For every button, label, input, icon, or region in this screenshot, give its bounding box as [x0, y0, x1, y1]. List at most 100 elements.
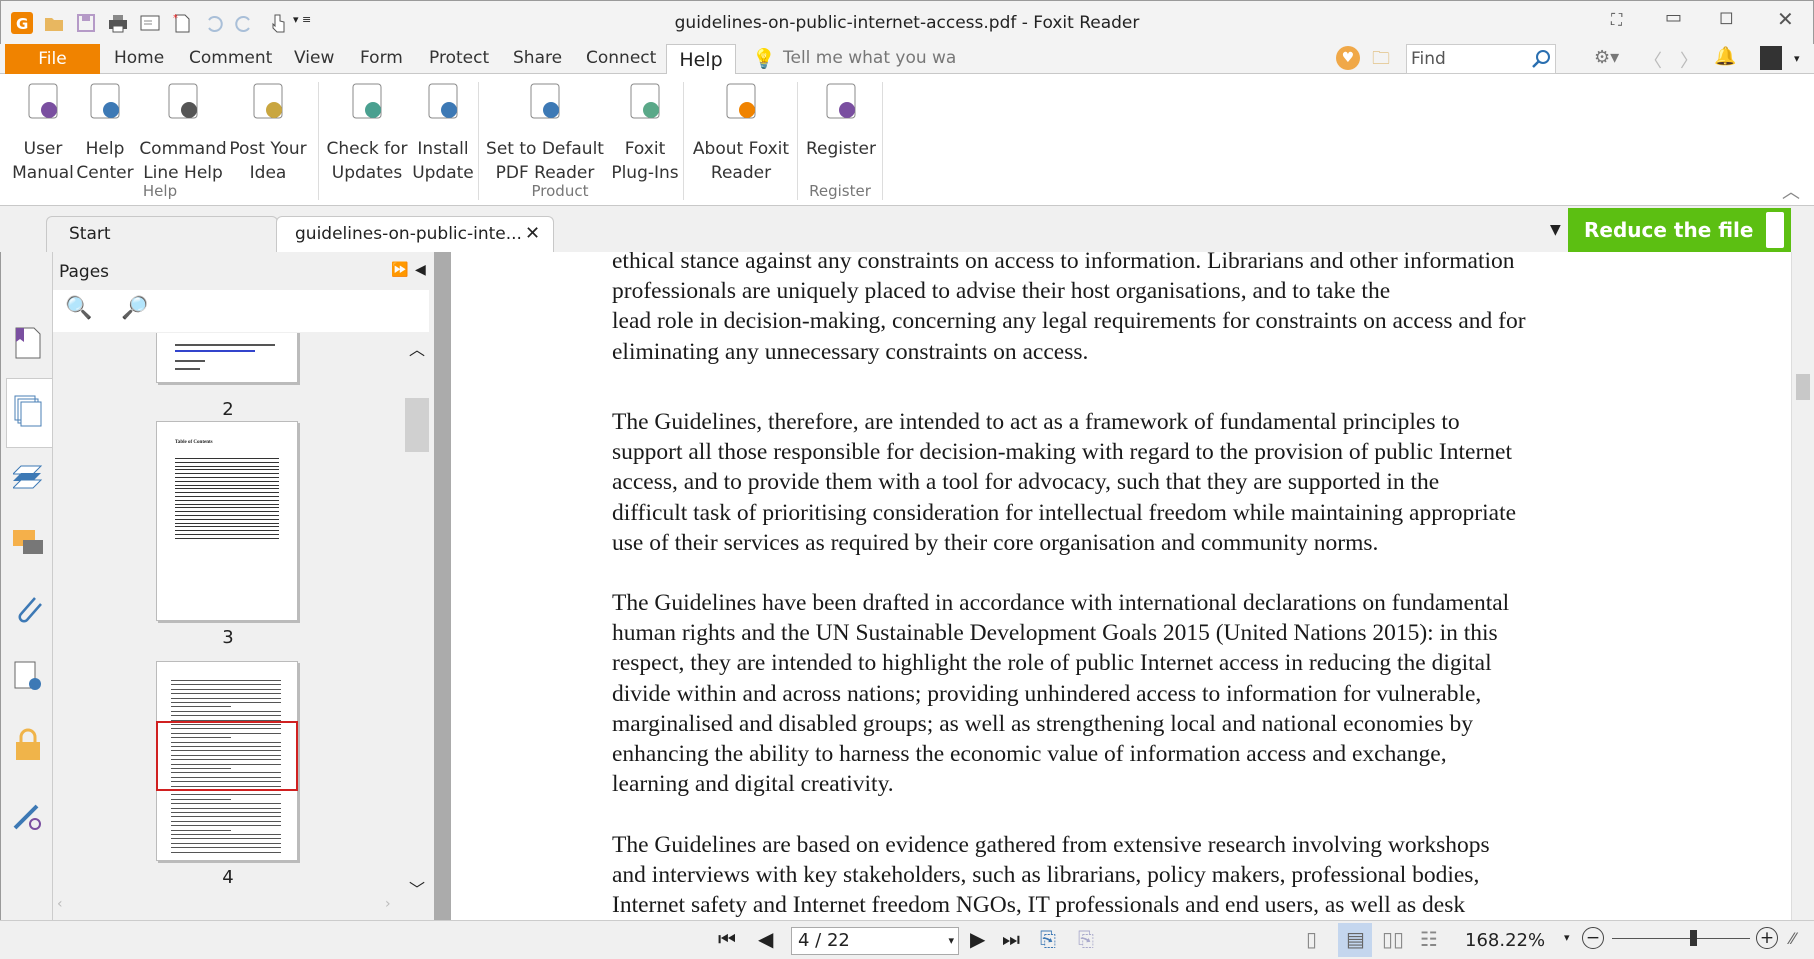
continuous-page-button[interactable]: ▤ — [1338, 923, 1372, 957]
ribbon-button-help[interactable]: Help Center — [76, 80, 134, 185]
ribbon-label-line2: Update — [412, 163, 474, 183]
enlarge-thumbnail-icon[interactable]: 🔍 — [65, 296, 92, 321]
pdf-gear-icon — [530, 83, 560, 119]
tab-start-label: Start — [69, 224, 111, 244]
folder-search-icon[interactable]: 🗀 — [1372, 46, 1390, 76]
last-page-icon[interactable]: ⏭ — [1002, 927, 1020, 951]
first-page-icon[interactable]: ⏮ — [718, 927, 736, 951]
tab-home[interactable]: Home — [114, 48, 164, 68]
page-thumbnail-3[interactable]: Table of Contents — [156, 421, 298, 621]
scroll-thumb[interactable] — [405, 398, 429, 452]
facing-icon[interactable]: ▯▯ — [1382, 927, 1404, 951]
thumb-text-line — [171, 812, 281, 813]
back-icon[interactable]: 〈 — [1644, 47, 1662, 73]
check-updates-icon — [352, 83, 382, 119]
zoom-in-icon[interactable]: + — [1756, 927, 1778, 949]
status-bar: ⏮ ◀ 4 / 22 ▾ ▶ ⏭ ⎘ ⎘ ▯ ▤ ▯▯ ☷ 168.22% ▾ −… — [0, 920, 1814, 959]
tab-protect[interactable]: Protect — [429, 48, 489, 68]
close-icon[interactable]: ✕ — [1777, 7, 1794, 31]
thumbnail-label-3: 3 — [222, 627, 234, 648]
scroll-left-icon[interactable]: ‹ — [57, 896, 63, 912]
current-view-rect[interactable] — [156, 721, 298, 791]
thumbnail-scrollbar[interactable]: ︿ ﹀ — [405, 332, 429, 920]
tab-share[interactable]: Share — [513, 48, 562, 68]
ribbon-button-command[interactable]: Command Line Help — [138, 80, 228, 185]
ribbon-button-foxit[interactable]: Foxit Plug-Ins — [610, 80, 680, 185]
page-dropdown-icon[interactable]: ▾ — [948, 928, 954, 954]
comments-icon[interactable] — [13, 526, 43, 560]
title-bar: G * ▾ ≡ guidelines-on-public-internet-ac… — [0, 0, 1814, 44]
previous-view-icon[interactable]: ⎘ — [1040, 927, 1056, 951]
tab-connect[interactable]: Connect — [586, 48, 656, 68]
ribbon-button-post-your[interactable]: Post Your Idea — [228, 80, 308, 185]
thumb-text-line — [171, 847, 281, 849]
text-line: lead role in decision-making, concerning… — [612, 308, 1526, 335]
account-menu-icon[interactable]: ▾ — [1794, 52, 1800, 65]
pages-icon[interactable] — [13, 394, 43, 428]
ribbon-button-check-for[interactable]: Check for Updates — [322, 80, 412, 185]
forward-icon[interactable]: 〉 — [1680, 47, 1698, 73]
tab-comment[interactable]: Comment — [189, 48, 272, 68]
page-number-input[interactable]: 4 / 22 ▾ — [791, 927, 959, 955]
ribbon-button-set-to-default[interactable]: Set to Default PDF Reader — [486, 80, 604, 185]
restore-icon[interactable]: ◻ — [1719, 7, 1734, 28]
zoom-dropdown-icon[interactable]: ▾ — [1564, 931, 1570, 944]
search-icon[interactable] — [1531, 49, 1551, 69]
tab-start[interactable]: Start — [46, 216, 278, 252]
text-line: difficult task of prioritising considera… — [612, 499, 1517, 526]
collapse-ribbon-icon[interactable]: ︿ — [1782, 178, 1800, 204]
lock-icon[interactable] — [13, 728, 43, 762]
thumb-toc-line — [175, 465, 279, 467]
close-tab-icon[interactable]: ✕ — [525, 217, 540, 251]
fullscreen-icon[interactable]: ⛶ — [1611, 10, 1622, 30]
single-page-icon[interactable]: ▯ — [1306, 927, 1317, 951]
reduce-file-size-button[interactable]: Reduce the file size — [1568, 208, 1791, 286]
heart-icon[interactable]: ♥ — [1336, 46, 1360, 70]
ribbon-button-about-foxit[interactable]: About Foxit Reader — [688, 80, 794, 185]
thumb-text-line — [171, 680, 281, 681]
tell-me-input[interactable]: Tell me what you wa — [783, 48, 956, 68]
gear-icon[interactable]: ⚙▾ — [1594, 47, 1619, 68]
document-scrollbar[interactable] — [1791, 252, 1814, 920]
attachment-icon[interactable] — [13, 592, 43, 626]
ribbon-button-install[interactable]: Install Update — [412, 80, 474, 185]
ribbon-button-register[interactable]: Register — [804, 80, 878, 161]
prev-page-icon[interactable]: ◀ — [758, 927, 773, 951]
page-thumbnail-2[interactable] — [156, 333, 298, 383]
expand-panel-icon[interactable]: ⏩ — [391, 262, 408, 278]
thumb-text-line — [171, 684, 281, 686]
thumb-toc-line — [175, 518, 279, 520]
bookmark-icon[interactable] — [13, 326, 43, 360]
tab-file[interactable]: File — [5, 44, 100, 74]
zoom-slider[interactable] — [1612, 930, 1750, 946]
tab-help[interactable]: Help — [666, 44, 736, 75]
next-view-icon[interactable]: ⎘ — [1078, 927, 1094, 951]
wand-tool-icon[interactable] — [13, 798, 43, 832]
tab-form[interactable]: Form — [360, 48, 403, 68]
panel-splitter[interactable] — [434, 252, 451, 920]
reduce-thumbnail-icon[interactable]: 🔎 — [121, 296, 148, 321]
tab-document[interactable]: guidelines-on-public-inte... ✕ — [276, 216, 554, 252]
next-page-icon[interactable]: ▶ — [970, 927, 985, 951]
resize-grip-icon[interactable]: ⁄⁄ — [1790, 929, 1795, 948]
tab-view[interactable]: View — [294, 48, 334, 68]
avatar[interactable] — [1760, 46, 1782, 70]
signature-panel-icon[interactable] — [13, 660, 43, 694]
scroll-up-icon[interactable]: ︿ — [409, 336, 425, 360]
find-input[interactable]: Find — [1406, 44, 1556, 74]
collapse-panel-icon[interactable]: ◀ — [415, 262, 426, 278]
tab-list-icon[interactable]: ▼ — [1550, 222, 1561, 238]
zoom-level[interactable]: 168.22% — [1465, 930, 1545, 951]
thumb-text-line — [171, 715, 281, 717]
zoom-slider-handle[interactable] — [1690, 930, 1697, 946]
zoom-out-icon[interactable]: − — [1582, 927, 1604, 949]
layers-icon[interactable] — [13, 460, 43, 494]
ribbon-button-user[interactable]: User Manual — [12, 80, 74, 185]
minimize-icon[interactable]: ▭ — [1665, 7, 1682, 28]
bell-icon[interactable]: 🔔 — [1714, 46, 1736, 67]
scroll-down-icon[interactable]: ﹀ — [409, 876, 425, 900]
document-scroll-thumb[interactable] — [1796, 374, 1810, 400]
continuous-facing-icon[interactable]: ☷ — [1420, 927, 1438, 951]
page-thumbnail-4[interactable] — [156, 661, 298, 861]
scroll-right-icon[interactable]: › — [385, 896, 391, 912]
